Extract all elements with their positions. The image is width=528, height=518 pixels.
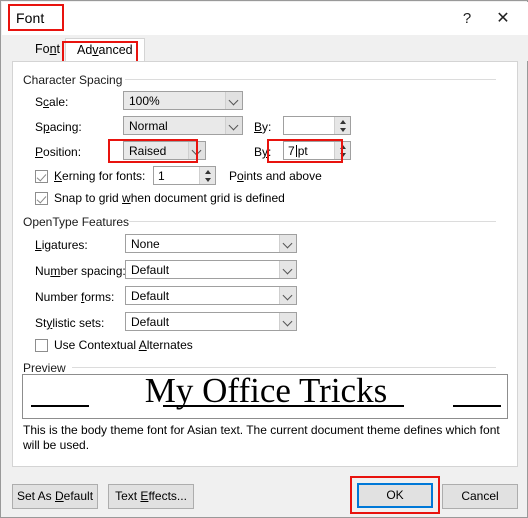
stylistic-sets-combobox[interactable]: Default — [125, 312, 297, 331]
chevron-down-icon[interactable] — [279, 287, 296, 304]
number-forms-label: Number forms: — [35, 290, 115, 304]
chevron-down-icon[interactable] — [225, 117, 242, 134]
close-icon[interactable]: ✕ — [487, 7, 519, 31]
number-spacing-combobox[interactable]: Default — [125, 260, 297, 279]
spinner-down-icon — [335, 151, 350, 159]
number-spacing-value: Default — [131, 263, 170, 277]
spacing-by-spinner[interactable] — [283, 116, 351, 135]
scale-label: Scale: — [35, 95, 69, 109]
snap-to-grid-label: Snap to grid when document grid is defin… — [54, 191, 285, 205]
spacing-value: Normal — [129, 119, 168, 133]
kerning-label: Kerning for fonts: — [54, 169, 146, 183]
preview-group-label: Preview — [23, 361, 72, 375]
spinner-down-icon — [335, 126, 350, 134]
ligatures-label: Ligatures: — [35, 238, 88, 252]
kerning-size-value: 1 — [158, 169, 165, 183]
position-by-spinner[interactable]: 7 pt — [283, 141, 351, 160]
title-highlight-annotation — [8, 4, 64, 31]
number-forms-value: Default — [131, 289, 170, 303]
scale-value: 100% — [129, 94, 160, 108]
number-spacing-label: Number spacing: — [35, 264, 126, 278]
stylistic-sets-label: Stylistic sets: — [35, 316, 105, 330]
spacing-combobox[interactable]: Normal — [123, 116, 243, 135]
set-as-default-button[interactable]: Set As Default — [12, 484, 98, 509]
character-spacing-group-rule — [125, 79, 496, 80]
title-bar: Font ? ✕ — [2, 2, 528, 35]
stylistic-sets-value: Default — [131, 315, 170, 329]
spinner-up-icon — [200, 167, 215, 175]
kerning-suffix-label: Points and above — [229, 169, 322, 183]
position-by-value: 7 pt — [288, 144, 308, 158]
ligatures-value: None — [131, 237, 160, 251]
spacing-by-label: By: — [254, 120, 272, 134]
spacing-label: Spacing: — [35, 120, 82, 134]
chevron-down-icon[interactable] — [279, 261, 296, 278]
advanced-tab-highlight-annotation — [62, 41, 138, 63]
cancel-button[interactable]: Cancel — [442, 484, 518, 509]
preview-description: This is the body theme font for Asian te… — [23, 423, 500, 452]
kerning-checkbox[interactable] — [35, 170, 48, 183]
position-by-text: 7 pt — [288, 144, 308, 158]
snap-to-grid-checkbox[interactable] — [35, 192, 48, 205]
opentype-group-rule — [129, 221, 496, 222]
font-preview-box: My Office Tricks — [22, 374, 508, 419]
opentype-group-label: OpenType Features — [23, 215, 136, 229]
chevron-down-icon[interactable] — [225, 92, 242, 109]
preview-underline-right — [453, 405, 501, 407]
position-combobox[interactable]: Raised — [123, 141, 206, 160]
spinner-up-icon — [335, 117, 350, 125]
scale-combobox[interactable]: 100% — [123, 91, 243, 110]
help-icon[interactable]: ? — [452, 7, 482, 31]
character-spacing-group-label: Character Spacing — [23, 73, 129, 87]
spinner-buttons[interactable] — [334, 142, 350, 159]
preview-underline-left — [31, 405, 89, 407]
ligatures-combobox[interactable]: None — [125, 234, 297, 253]
preview-underline-center — [163, 405, 404, 407]
spinner-buttons[interactable] — [199, 167, 215, 184]
chevron-down-icon[interactable] — [188, 142, 205, 159]
contextual-alternates-label: Use Contextual Alternates — [54, 338, 193, 352]
chevron-down-icon[interactable] — [279, 235, 296, 252]
font-dialog: Font ? ✕ Font Advanced Character Spacing… — [0, 0, 528, 518]
position-label: Position: — [35, 145, 82, 159]
chevron-down-icon[interactable] — [279, 313, 296, 330]
text-cursor — [295, 145, 297, 157]
position-by-label: By: — [254, 145, 272, 159]
preview-group-rule — [72, 367, 496, 368]
contextual-alternates-checkbox[interactable] — [35, 339, 48, 352]
kerning-size-spinner[interactable]: 1 — [153, 166, 216, 185]
spinner-buttons[interactable] — [334, 117, 350, 134]
text-effects-button[interactable]: Text Effects... — [108, 484, 194, 509]
number-forms-combobox[interactable]: Default — [125, 286, 297, 305]
spinner-down-icon — [200, 176, 215, 184]
ok-button[interactable]: OK — [357, 483, 433, 508]
spinner-up-icon — [335, 142, 350, 150]
position-value: Raised — [129, 144, 167, 158]
